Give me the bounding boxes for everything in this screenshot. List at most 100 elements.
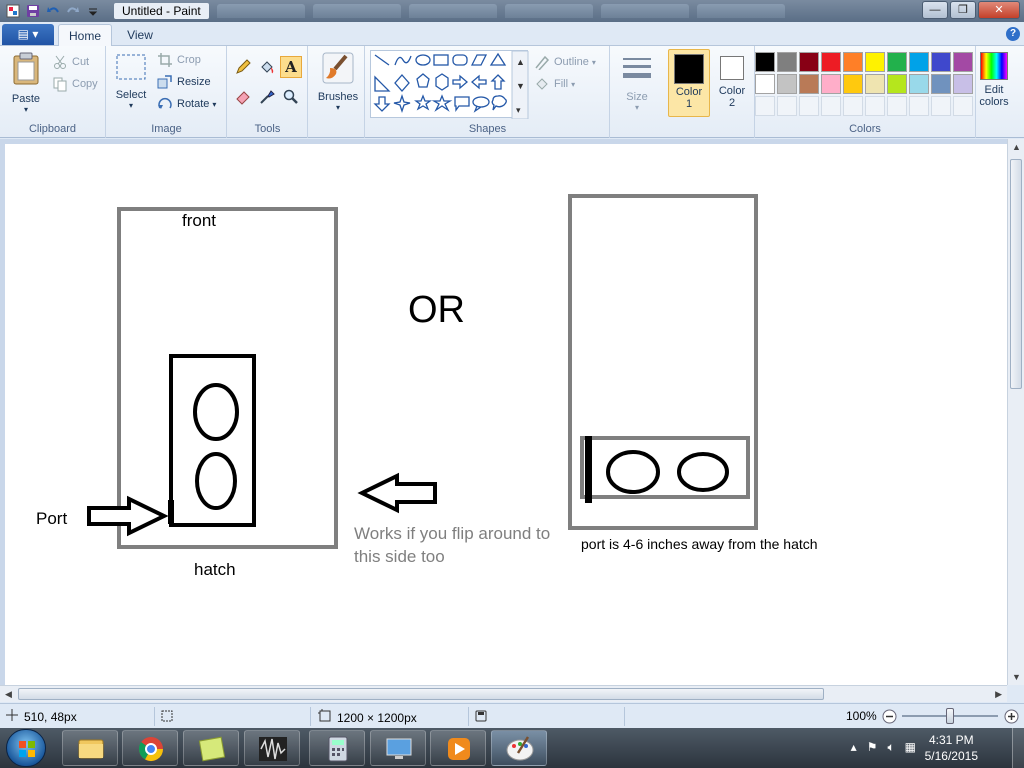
palette-color[interactable] — [799, 74, 819, 94]
scroll-down-icon[interactable]: ▼ — [1012, 672, 1021, 682]
close-button[interactable]: ✕ — [978, 1, 1020, 19]
horizontal-scroll-thumb[interactable] — [18, 688, 824, 700]
help-icon[interactable]: ? — [1006, 27, 1020, 41]
scroll-right-icon[interactable]: ▶ — [995, 689, 1002, 700]
palette-color[interactable] — [843, 74, 863, 94]
background-window[interactable] — [408, 4, 497, 18]
fill-tool[interactable] — [256, 56, 278, 78]
crop-button[interactable]: Crop — [157, 52, 201, 68]
brushes-button[interactable]: Brushes ▾ — [315, 52, 361, 112]
palette-color[interactable] — [755, 52, 775, 72]
show-desktop-button[interactable] — [1012, 728, 1024, 768]
size-button[interactable]: Size ▾ — [616, 52, 658, 112]
paint-menu-button[interactable]: ▤ ▾ — [2, 24, 54, 45]
cut-button[interactable]: Cut — [52, 54, 89, 70]
taskbar-clock[interactable]: 4:31 PM 5/16/2015 — [925, 732, 978, 764]
palette-color[interactable] — [843, 52, 863, 72]
palette-color[interactable] — [777, 52, 797, 72]
palette-color[interactable] — [821, 52, 841, 72]
customize-toolbar-icon[interactable] — [86, 4, 100, 18]
copy-button[interactable]: Copy — [52, 76, 98, 92]
shapes-gallery-icons[interactable]: ▲ ▼ ▾ — [371, 50, 529, 120]
palette-color[interactable] — [931, 74, 951, 94]
eraser-tool[interactable] — [232, 86, 254, 108]
palette-color[interactable] — [799, 52, 819, 72]
cut-label: Cut — [72, 56, 90, 68]
background-window[interactable] — [504, 4, 593, 18]
zoom-out-button[interactable] — [882, 709, 897, 724]
palette-custom-slot[interactable] — [865, 96, 885, 116]
palette-custom-slot[interactable] — [843, 96, 863, 116]
palette-color[interactable] — [887, 74, 907, 94]
scroll-up-icon[interactable]: ▲ — [1012, 142, 1021, 152]
palette-color[interactable] — [821, 74, 841, 94]
undo-icon[interactable] — [46, 4, 60, 18]
taskbar-calculator[interactable] — [309, 730, 365, 766]
taskbar-audio-app[interactable] — [244, 730, 300, 766]
window-title: Untitled - Paint — [114, 3, 209, 19]
palette-color[interactable] — [777, 74, 797, 94]
text-tool[interactable]: A — [280, 56, 302, 78]
zoom-slider-thumb[interactable] — [946, 708, 954, 724]
taskbar-explorer[interactable] — [62, 730, 118, 766]
background-window[interactable] — [600, 4, 689, 18]
palette-custom-slot[interactable] — [821, 96, 841, 116]
resize-button[interactable]: Resize — [157, 74, 211, 90]
palette-color[interactable] — [887, 52, 907, 72]
palette-custom-slot[interactable] — [931, 96, 951, 116]
color-picker-tool[interactable] — [256, 86, 278, 108]
volume-icon[interactable]: 🔈︎ — [887, 740, 894, 755]
paint-app-icon[interactable] — [6, 4, 20, 18]
palette-custom-slot[interactable] — [887, 96, 907, 116]
vertical-scroll-thumb[interactable] — [1010, 159, 1022, 389]
drawing-canvas[interactable]: front OR Port hatch Works if you flip ar… — [5, 144, 1007, 685]
paste-button[interactable]: Paste ▾ — [6, 52, 46, 114]
taskbar-remote-desktop[interactable] — [370, 730, 426, 766]
rotate-button[interactable]: Rotate ▾ — [157, 96, 216, 112]
background-window[interactable] — [696, 4, 785, 18]
minimize-button[interactable]: — — [922, 1, 948, 19]
flag-icon[interactable]: ⚑ — [867, 740, 878, 755]
background-window[interactable] — [216, 4, 305, 18]
palette-custom-slot[interactable] — [909, 96, 929, 116]
network-icon[interactable]: ▦ — [905, 740, 916, 755]
maximize-button[interactable]: ❐ — [950, 1, 976, 19]
fill-button[interactable]: Fill ▾ — [534, 76, 575, 92]
palette-custom-slot[interactable] — [953, 96, 973, 116]
taskbar-media-player[interactable] — [430, 730, 486, 766]
magnifier-tool[interactable] — [280, 86, 302, 108]
palette-color[interactable] — [909, 74, 929, 94]
palette-color[interactable] — [755, 74, 775, 94]
palette-custom-slot[interactable] — [755, 96, 775, 116]
system-tray: ▴ ⚑ 🔈︎ ▦ — [851, 740, 916, 755]
taskbar-paint[interactable] — [491, 730, 547, 766]
tab-home[interactable]: Home — [58, 24, 112, 47]
edit-colors-button[interactable]: Edit colors — [976, 52, 1012, 108]
color1-button[interactable]: Color 1 — [668, 49, 710, 117]
scroll-left-icon[interactable]: ◀ — [5, 689, 12, 700]
palette-color[interactable] — [953, 74, 973, 94]
zoom-in-button[interactable] — [1004, 709, 1019, 724]
vertical-scrollbar[interactable]: ▲ ▼ — [1007, 139, 1024, 685]
palette-color[interactable] — [953, 52, 973, 72]
horizontal-scrollbar[interactable]: ◀ ▶ — [0, 685, 1007, 702]
save-icon[interactable] — [26, 4, 40, 18]
taskbar-notes[interactable] — [183, 730, 239, 766]
color2-button[interactable]: Color 2 — [712, 49, 752, 117]
palette-custom-slot[interactable] — [799, 96, 819, 116]
select-button[interactable]: Select ▾ — [113, 52, 149, 110]
palette-color[interactable] — [909, 52, 929, 72]
palette-color[interactable] — [865, 74, 885, 94]
show-hidden-icons[interactable]: ▴ — [851, 740, 857, 755]
taskbar-chrome[interactable] — [122, 730, 178, 766]
background-window[interactable] — [312, 4, 401, 18]
start-button[interactable] — [6, 729, 46, 767]
palette-color[interactable] — [865, 52, 885, 72]
tab-view[interactable]: View — [114, 24, 166, 47]
pencil-tool[interactable] — [232, 56, 254, 78]
outline-button[interactable]: Outline ▾ — [534, 54, 596, 71]
palette-color[interactable] — [931, 52, 951, 72]
redo-icon[interactable] — [66, 4, 80, 18]
palette-custom-slot[interactable] — [777, 96, 797, 116]
magnifier-icon — [283, 89, 298, 104]
